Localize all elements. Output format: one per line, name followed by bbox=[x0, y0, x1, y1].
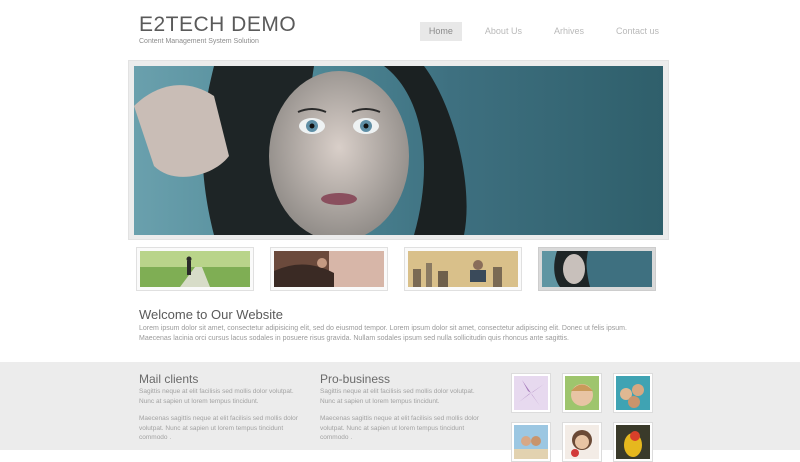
thumbnail-2[interactable] bbox=[270, 247, 388, 291]
gallery-child-image bbox=[565, 376, 599, 410]
gallery-item-4[interactable] bbox=[511, 422, 551, 462]
hero-image[interactable] bbox=[134, 66, 663, 235]
feature-text: Maecenas sagittis neque at elit facilisi… bbox=[320, 415, 479, 441]
gallery-lily-image bbox=[514, 376, 548, 410]
feature-mail-clients: Mail clients Sagittis neque at elit faci… bbox=[139, 372, 309, 443]
thumbnail-portrait-image bbox=[542, 251, 652, 287]
thumbnail-1[interactable] bbox=[136, 247, 254, 291]
feature-title: Mail clients bbox=[139, 372, 199, 386]
nav-home[interactable]: Home bbox=[419, 22, 462, 41]
nav-contact-us[interactable]: Contact us bbox=[607, 22, 668, 41]
gallery-friends-image bbox=[616, 376, 650, 410]
feature-pro-business: Pro-business Sagittis neque at elit faci… bbox=[320, 372, 490, 443]
feature-text: Sagittis neque at elit facilisis sed mol… bbox=[320, 388, 475, 405]
welcome-text: Lorem ipsum dolor sit amet, consectetur … bbox=[139, 325, 627, 342]
welcome-title: Welcome to Our Website bbox=[139, 307, 284, 322]
site-branding: E2TECH DEMO Content Management System So… bbox=[139, 12, 296, 45]
gallery-item-1[interactable] bbox=[511, 373, 551, 413]
features-band: Mail clients Sagittis neque at elit faci… bbox=[0, 362, 800, 462]
feature-text: Maecenas sagittis neque at elit facilisi… bbox=[139, 415, 298, 441]
gallery-item-2[interactable] bbox=[562, 373, 602, 413]
nav-about-us[interactable]: About Us bbox=[476, 22, 531, 41]
gallery-item-5[interactable] bbox=[562, 422, 602, 462]
thumbnail-4[interactable] bbox=[538, 247, 656, 291]
gallery-item-3[interactable] bbox=[613, 373, 653, 413]
feature-title: Pro-business bbox=[320, 372, 391, 386]
gallery-couple-image bbox=[514, 425, 548, 459]
site-title[interactable]: E2TECH DEMO bbox=[139, 12, 296, 38]
thumbnail-car-image bbox=[274, 251, 384, 287]
hero-slider bbox=[128, 60, 669, 240]
welcome-section: Welcome to Our Website Lorem ipsum dolor… bbox=[139, 307, 659, 344]
site-subtitle: Content Management System Solution bbox=[139, 38, 259, 45]
main-nav: Home About Us Arhives Contact us bbox=[406, 22, 668, 41]
nav-archives[interactable]: Arhives bbox=[545, 22, 593, 41]
hero-portrait-graphic bbox=[134, 66, 663, 235]
gallery-parrot-image bbox=[616, 425, 650, 459]
thumbnail-park-image bbox=[140, 251, 250, 287]
thumbnail-city-image bbox=[408, 251, 518, 287]
gallery-item-6[interactable] bbox=[613, 422, 653, 462]
feature-text: Sagittis neque at elit facilisis sed mol… bbox=[139, 388, 294, 405]
gallery-flower-woman-image bbox=[565, 425, 599, 459]
thumbnail-3[interactable] bbox=[404, 247, 522, 291]
